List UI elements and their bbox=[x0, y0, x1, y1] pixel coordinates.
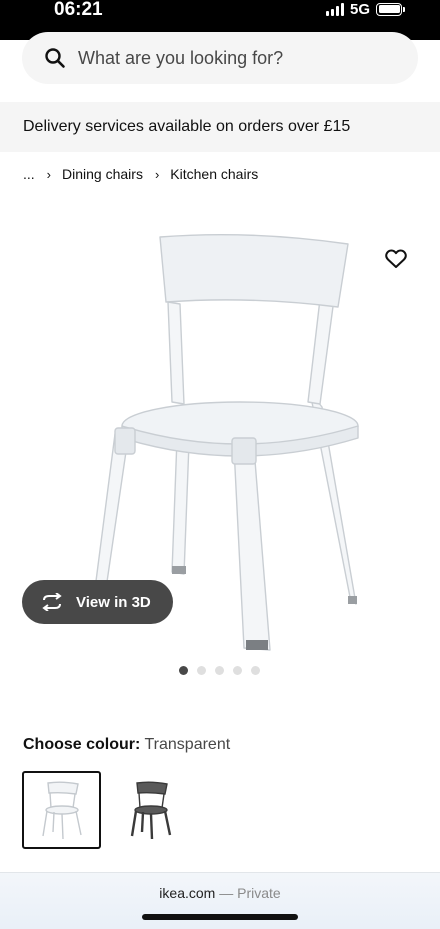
breadcrumb-ellipsis[interactable]: ... bbox=[23, 166, 35, 182]
search-input[interactable] bbox=[78, 47, 378, 69]
browser-address-bar[interactable]: ikea.com — Private bbox=[0, 872, 440, 929]
breadcrumb-kitchen-chairs[interactable]: Kitchen chairs bbox=[170, 166, 258, 182]
heart-outline-icon bbox=[385, 249, 407, 269]
breadcrumb-separator: › bbox=[154, 166, 160, 182]
search-icon bbox=[44, 47, 66, 69]
carousel-dot[interactable] bbox=[179, 666, 188, 675]
colour-heading: Choose colour: Transparent bbox=[23, 736, 230, 754]
colour-value: Transparent bbox=[144, 736, 231, 753]
swatch-image-transparent bbox=[41, 781, 82, 840]
delivery-banner[interactable]: Delivery services available on orders ov… bbox=[0, 102, 440, 152]
carousel-dot[interactable] bbox=[251, 666, 260, 675]
browser-private-label: — Private bbox=[219, 885, 281, 901]
browser-url[interactable]: ikea.com — Private bbox=[0, 885, 440, 901]
favourite-button[interactable] bbox=[383, 246, 409, 272]
battery-icon bbox=[376, 2, 405, 16]
swatch-transparent[interactable] bbox=[22, 771, 101, 849]
search-area bbox=[0, 32, 440, 100]
delivery-banner-text: Delivery services available on orders ov… bbox=[23, 118, 351, 135]
search-bar[interactable] bbox=[22, 32, 418, 84]
carousel-dot[interactable] bbox=[197, 666, 206, 675]
browser-domain: ikea.com bbox=[159, 885, 216, 901]
network-label: 5G bbox=[349, 0, 370, 18]
swatch-image-grey bbox=[130, 781, 171, 840]
colour-label: Choose colour: bbox=[23, 736, 141, 753]
view-in-3d-button[interactable]: View in 3D bbox=[22, 580, 173, 624]
colour-swatches bbox=[22, 771, 190, 849]
battery-level bbox=[378, 5, 400, 13]
status-indicators: 5G bbox=[325, 0, 405, 18]
view-in-3d-label: View in 3D bbox=[76, 593, 151, 611]
swatch-grey[interactable] bbox=[111, 771, 190, 849]
product-gallery[interactable]: View in 3D bbox=[0, 200, 440, 660]
status-time: 06:21 bbox=[54, 0, 103, 20]
breadcrumb-separator: › bbox=[46, 166, 52, 182]
carousel-dot[interactable] bbox=[215, 666, 224, 675]
breadcrumb-dining-chairs[interactable]: Dining chairs bbox=[62, 166, 143, 182]
home-indicator[interactable] bbox=[142, 914, 298, 920]
breadcrumb: ... › Dining chairs › Kitchen chairs bbox=[23, 166, 258, 182]
rotate-3d-icon bbox=[42, 593, 62, 611]
carousel-dot[interactable] bbox=[233, 666, 242, 675]
signal-icon bbox=[325, 2, 344, 16]
